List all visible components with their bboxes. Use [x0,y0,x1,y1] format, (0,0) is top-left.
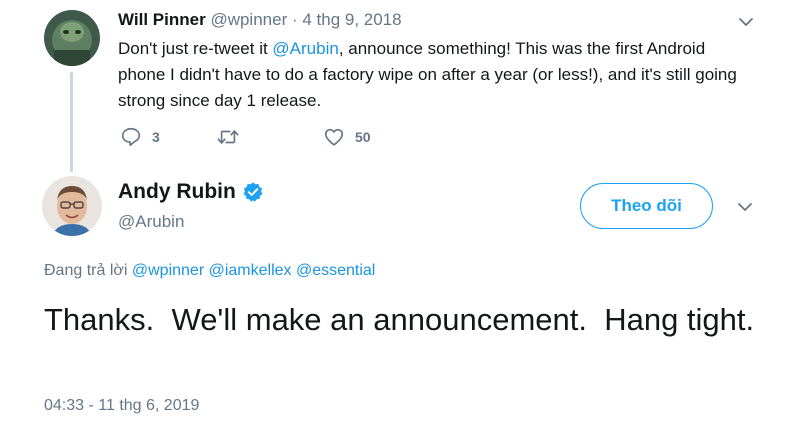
chevron-down-icon[interactable] [737,199,753,215]
reply-count: 3 [152,129,160,145]
follow-button[interactable]: Theo dõi [580,183,713,229]
tweet-page: Will Pinner @wpinner · 4 thg 9, 2018 Don… [0,0,800,431]
main-author-name[interactable]: Andy Rubin [118,180,236,204]
replying-mentions[interactable]: @wpinner @iamkellex @essential [132,262,375,279]
thread-connector-line [70,72,73,172]
reply-text-before: Don't just re-tweet it [118,39,273,58]
like-action[interactable]: 50 [323,126,371,148]
reply-tweet-actions: 3 50 [118,126,538,156]
reply-action[interactable]: 3 [120,126,160,148]
retweet-action[interactable] [216,126,250,148]
tweet-timestamp[interactable]: 04:33 - 11 thg 6, 2019 [44,397,199,415]
main-author-handle[interactable]: @Arubin [118,212,184,232]
reply-author-meta: @wpinner · 4 thg 9, 2018 [210,10,402,29]
reply-author-avatar[interactable] [44,10,100,66]
reply-author-name[interactable]: Will Pinner [118,10,206,29]
main-author-name-row: Andy Rubin [118,180,264,204]
heart-icon [324,128,344,146]
reply-icon [121,127,141,147]
main-author-avatar[interactable] [42,176,102,236]
main-tweet-text: Thanks. We'll make an announcement. Hang… [44,302,755,337]
reply-tweet-text: Don't just re-tweet it @Arubin, announce… [118,36,738,114]
retweet-icon [217,130,239,144]
chevron-down-icon[interactable] [738,14,754,30]
verified-badge-icon [243,182,263,202]
replying-label: Đang trả lời [44,262,128,279]
mention-link[interactable]: @Arubin [272,39,338,58]
replying-to: Đang trả lời @wpinner @iamkellex @essent… [44,262,375,280]
reply-tweet-header: Will Pinner @wpinner · 4 thg 9, 2018 [118,10,402,30]
like-count: 50 [355,129,371,145]
